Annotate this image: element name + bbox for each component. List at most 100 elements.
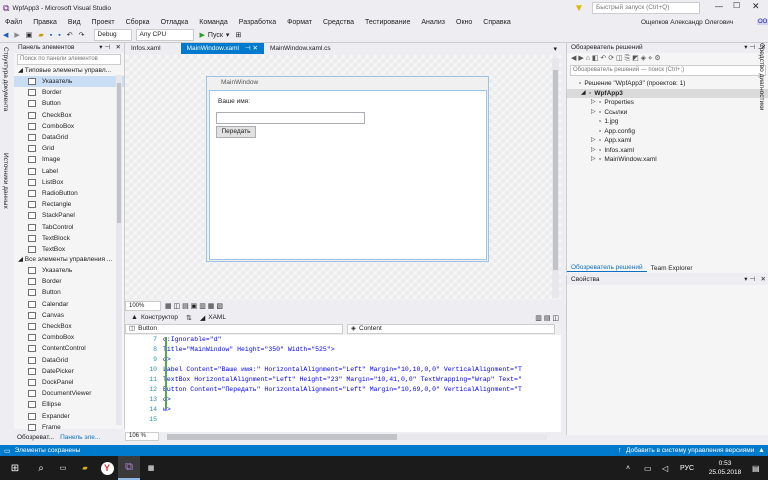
zoom-select[interactable]: 100% xyxy=(125,301,161,311)
clock[interactable]: 0:53 25.05.2018 xyxy=(706,459,744,477)
tree-node[interactable]: ▫ Решение "WpfApp3" (проектов: 1) xyxy=(567,79,768,89)
toolbox-item[interactable]: Ellipse xyxy=(14,399,124,410)
platform-select[interactable]: Any CPU xyxy=(135,29,194,41)
toolbox-item[interactable]: Calendar xyxy=(14,299,124,310)
tree-node[interactable]: ▫ 1.jpg xyxy=(567,117,768,127)
xaml-tab[interactable]: XAML xyxy=(208,314,226,321)
toolbox-item[interactable]: Image xyxy=(14,154,124,165)
solution-search[interactable]: Обозреватель решений — поиск (Ctrl+;) xyxy=(570,65,766,76)
back-icon[interactable]: ◀ xyxy=(3,31,8,39)
tab-mainwindow-xaml-cs[interactable]: MainWindow.xaml.cs xyxy=(264,43,337,54)
toolbox-item[interactable]: Указатель xyxy=(14,265,124,276)
source-control-icon[interactable]: ↑ xyxy=(618,447,622,454)
toolbox-group-all[interactable]: ◢ Все элементы управления ... xyxy=(14,255,124,265)
tree-node[interactable]: ▫ App.config xyxy=(567,127,768,137)
code-hscroll[interactable] xyxy=(167,433,547,440)
data-sources-tab[interactable]: Источники данных xyxy=(2,153,9,209)
forward-icon[interactable]: ▶ xyxy=(14,31,19,39)
code-hscroll-thumb[interactable] xyxy=(167,433,397,440)
code-zoom-select[interactable]: 106 % xyxy=(125,432,159,441)
toolbox-item[interactable]: ContentControl xyxy=(14,343,124,354)
solution-toolbar-icons[interactable]: ◀ ▶ ⌂ ◧ ↶ ⟳ ◫ ⎘ ◩ ◈ ⋄ ⚙ xyxy=(567,53,768,64)
menu-view[interactable]: Вид xyxy=(68,19,81,26)
toolbox-item[interactable]: Button xyxy=(14,287,124,298)
menu-develop[interactable]: Разработка xyxy=(239,19,276,26)
menu-team[interactable]: Команда xyxy=(199,19,228,26)
source-control-button[interactable]: Добавить в систему управления версиями xyxy=(626,447,754,454)
properties-close-icon[interactable]: ✕ xyxy=(761,275,766,285)
toolbox-item[interactable]: RadioButton xyxy=(14,188,124,199)
xaml-tab-icon[interactable]: ◢ xyxy=(200,314,205,322)
pin-icon[interactable]: ▾ ⊣ xyxy=(99,43,110,53)
user-avatar[interactable]: OO xyxy=(757,19,768,25)
toolbox-search[interactable]: Поиск по панели элементов xyxy=(17,54,121,65)
tab-mainwindow-xaml[interactable]: MainWindow.xaml ⊣ ✕ xyxy=(180,43,264,54)
solution-explorer-bottom-tab[interactable]: Обозреват... xyxy=(14,434,57,441)
split-layout-icons[interactable]: ▥ ▤ ◫ xyxy=(535,314,559,322)
team-explorer-tab[interactable]: Team Explorer xyxy=(647,265,697,272)
undo-icon[interactable]: ↶ xyxy=(67,31,73,39)
toolbox-item[interactable]: Grid xyxy=(14,143,124,154)
menu-window[interactable]: Окно xyxy=(456,19,472,26)
name-textbox[interactable] xyxy=(216,112,365,124)
new-project-icon[interactable]: ▣ xyxy=(26,31,33,39)
save-icon[interactable]: ▪ xyxy=(50,32,52,39)
grid-toggle-icon[interactable]: ▦ ◫ ▤ ▣ ▥ ▦ ▧ xyxy=(165,302,223,310)
swap-panes-icon[interactable]: ⇅ xyxy=(186,314,192,322)
tree-expand-icon[interactable]: ◢ xyxy=(581,89,589,99)
solution-pin-icon[interactable]: ▾ ⊣ xyxy=(744,43,755,53)
tree-node[interactable]: ▷ ▫ Ссылки xyxy=(567,108,768,118)
menu-analyze[interactable]: Анализ xyxy=(421,19,445,26)
tab-dropdown-icon[interactable]: ▾ xyxy=(553,45,557,53)
diagnostics-tab[interactable]: Средство диагностики xyxy=(758,43,765,111)
maximize-button[interactable]: ☐ xyxy=(733,1,740,10)
toolbox-item[interactable]: TabControl xyxy=(14,221,124,232)
tray-expand-icon[interactable]: ˄ xyxy=(626,465,630,472)
toolbox-item[interactable]: StackPanel xyxy=(14,210,124,221)
element-select[interactable]: ◫ Button xyxy=(125,324,343,334)
start-menu-icon[interactable]: ⊞ xyxy=(0,456,30,480)
menu-edit[interactable]: Правка xyxy=(33,19,57,26)
language-indicator[interactable]: РУС xyxy=(680,465,694,472)
action-center-icon[interactable]: ▤ xyxy=(752,464,760,473)
task-view-icon[interactable]: ▭ xyxy=(52,456,74,480)
toolbox-item[interactable]: Label xyxy=(14,166,124,177)
xaml-editor[interactable]: 7 c:Ignorable="d" 8 Title="MainWindow" Heig… xyxy=(125,335,561,432)
redo-icon[interactable]: ↷ xyxy=(79,31,85,39)
tree-node[interactable]: ▷ ▫ Infos.xaml xyxy=(567,146,768,156)
toolbox-item[interactable]: Rectangle xyxy=(14,199,124,210)
toolbox-group-common[interactable]: ◢ Типовые элементы управл... xyxy=(14,66,124,76)
toolbox-item[interactable]: Border xyxy=(14,276,124,287)
design-tab[interactable]: Конструктор xyxy=(141,314,178,321)
save-all-icon[interactable]: ▪ xyxy=(58,32,60,39)
menu-help[interactable]: Справка xyxy=(483,19,510,26)
volume-icon[interactable]: ◁ xyxy=(662,464,668,473)
toolbox-item[interactable]: ListBox xyxy=(14,177,124,188)
toolbox-close-icon[interactable]: ✕ xyxy=(116,43,121,53)
tree-expand-icon[interactable]: ▷ xyxy=(591,108,599,118)
toolbox-item[interactable]: DatePicker xyxy=(14,366,124,377)
toolbar-extra-icon[interactable]: ⊞ xyxy=(235,31,241,39)
start-icon[interactable]: ▶ xyxy=(200,31,205,39)
toolbox-item[interactable]: Expander xyxy=(14,410,124,421)
toolbox-item[interactable]: Указатель xyxy=(14,76,124,88)
notification-icon[interactable]: ▲ xyxy=(758,447,765,454)
toolbox-item[interactable]: DocumentViewer xyxy=(14,388,124,399)
toolbox-bottom-tab[interactable]: Панель эле... xyxy=(57,434,103,441)
properties-pin-icon[interactable]: ▾ ⊣ xyxy=(744,275,755,285)
document-outline-tab[interactable]: Структура документа xyxy=(2,47,9,111)
menu-debug[interactable]: Отладка xyxy=(161,19,189,26)
tab-infos-xaml[interactable]: Infos.xaml xyxy=(125,43,167,54)
search-icon[interactable]: ⌕ xyxy=(30,456,52,480)
member-select[interactable]: ◈ Content xyxy=(347,324,555,334)
toolbox-item[interactable]: CheckBox xyxy=(14,110,124,121)
menu-format[interactable]: Формат xyxy=(287,19,312,26)
menu-tools[interactable]: Средства xyxy=(323,19,354,26)
file-explorer-icon[interactable]: ▰ xyxy=(74,456,96,480)
tree-expand-icon[interactable]: ▷ xyxy=(591,155,599,165)
minimize-button[interactable]: — xyxy=(715,2,723,11)
toolbox-item[interactable]: DataGrid xyxy=(14,355,124,366)
toolbox-item[interactable]: Border xyxy=(14,87,124,98)
yandex-browser-icon[interactable]: Y xyxy=(96,456,118,480)
close-button[interactable]: ✕ xyxy=(752,1,760,12)
